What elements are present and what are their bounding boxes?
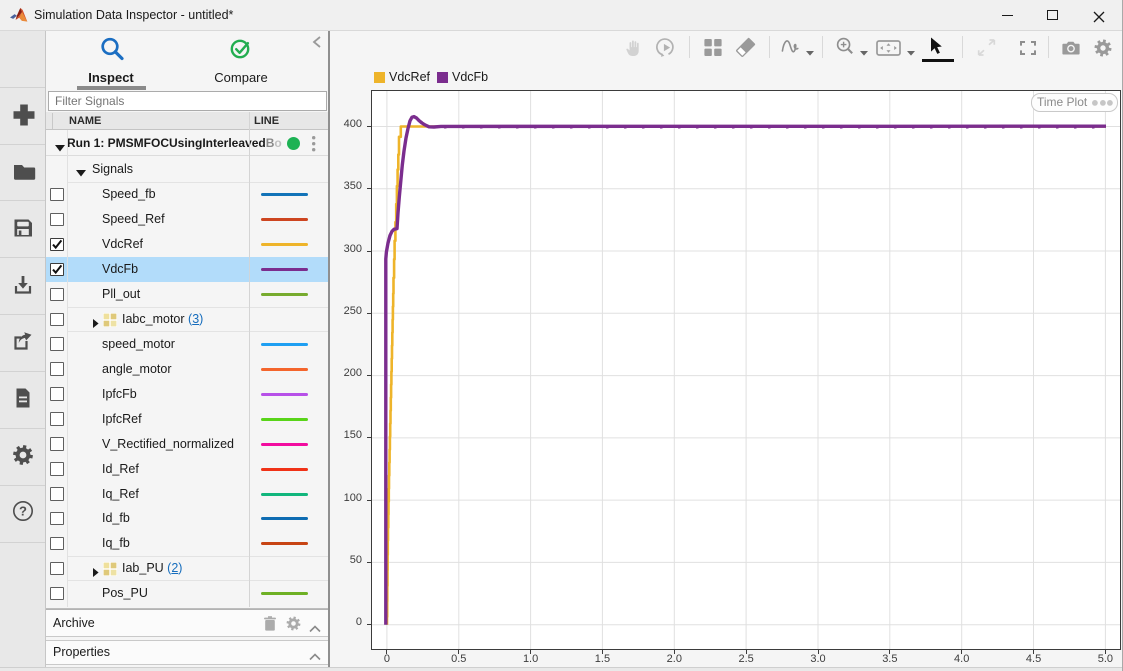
svg-text:?: ? (19, 504, 27, 519)
